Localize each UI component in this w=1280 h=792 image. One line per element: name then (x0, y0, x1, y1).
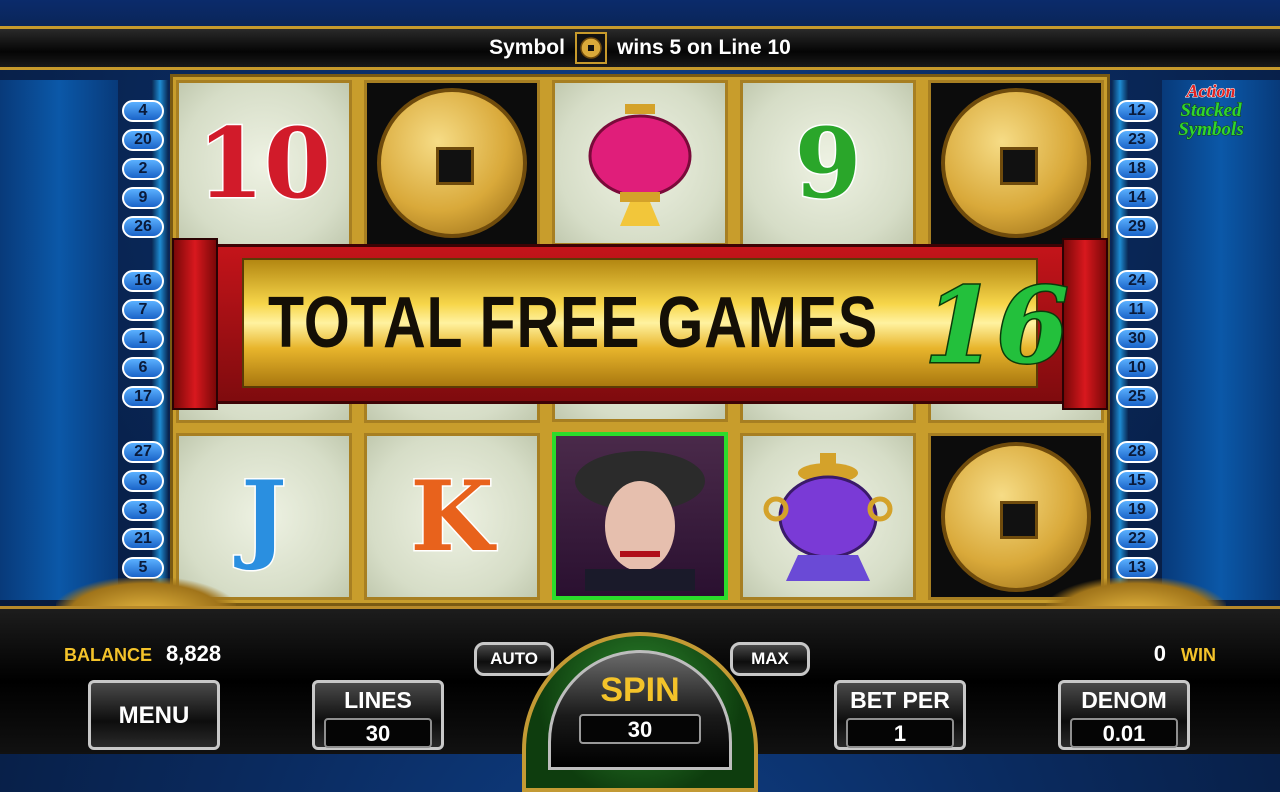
right-payline-number: 15 (1116, 470, 1158, 492)
right-side-panel (1162, 80, 1280, 600)
right-payline-number: 22 (1116, 528, 1158, 550)
symbol-k: K (409, 459, 495, 575)
denom-label: DENOM (1081, 687, 1167, 713)
banner-left-post (172, 238, 218, 410)
reel-cell (552, 432, 728, 600)
auto-button[interactable]: AUTO (474, 642, 554, 676)
win-message-prefix: Symbol (489, 36, 565, 59)
action-stacked-symbols-logo: Action Stacked Symbols (1166, 81, 1256, 140)
bet-per-button[interactable]: BET PER 1 (834, 680, 966, 750)
left-payline-number: 6 (122, 357, 164, 379)
lantern-symbol-icon (588, 104, 692, 226)
spin-bet-value: 30 (579, 714, 701, 744)
win-value: 0 (1153, 641, 1166, 666)
left-payline-number: 5 (122, 557, 164, 579)
left-payline-number: 27 (122, 441, 164, 463)
coin-icon (574, 32, 607, 64)
balance-value: 8,828 (166, 641, 222, 666)
spin-label: SPIN (600, 671, 680, 709)
right-payline-number: 14 (1116, 187, 1158, 209)
win-label: WIN (1181, 645, 1216, 665)
urn-symbol-icon (763, 452, 893, 581)
left-payline-number: 21 (122, 528, 164, 550)
denom-value: 0.01 (1070, 718, 1178, 748)
denom-button[interactable]: DENOM 0.01 (1058, 680, 1190, 750)
logo-line-1: Action (1186, 81, 1236, 101)
left-payline-number: 16 (122, 270, 164, 292)
reel-cell (552, 80, 728, 246)
right-payline-number: 24 (1116, 270, 1158, 292)
max-button[interactable]: MAX (730, 642, 810, 676)
symbol-10: 10 (196, 105, 333, 221)
left-payline-number: 20 (122, 129, 164, 151)
right-payline-number: 12 (1116, 100, 1158, 122)
reel-cell: J (176, 433, 352, 601)
right-payline-number: 25 (1116, 386, 1158, 408)
reel-cell (740, 433, 916, 601)
lines-button[interactable]: LINES 30 (312, 680, 444, 750)
left-payline-number: 2 (122, 158, 164, 180)
woman-symbol-icon (575, 451, 705, 591)
free-games-count: 16 (923, 263, 1071, 389)
reel-cell: 10 (176, 80, 352, 247)
free-games-banner: TOTAL FREE GAMES 16 (172, 238, 1108, 410)
right-payline-number: 13 (1116, 557, 1158, 579)
right-payline-number: 19 (1116, 499, 1158, 521)
right-payline-number: 23 (1116, 129, 1158, 151)
right-payline-number: 30 (1116, 328, 1158, 350)
logo-line-2: Stacked (1180, 100, 1242, 121)
lines-label: LINES (344, 687, 412, 713)
bet-per-value: 1 (846, 718, 954, 748)
menu-button[interactable]: MENU (88, 680, 220, 750)
win-message-suffix: wins 5 on Line 10 (616, 36, 791, 59)
left-payline-number: 7 (122, 299, 164, 321)
symbol-9: 9 (793, 105, 863, 221)
logo-line-3: Symbols (1178, 119, 1244, 140)
left-payline-number: 26 (122, 216, 164, 238)
right-payline-number: 28 (1116, 441, 1158, 463)
right-payline-number: 11 (1116, 299, 1158, 321)
reel-cell (364, 80, 540, 247)
left-payline-number: 4 (122, 100, 164, 122)
bet-per-label: BET PER (850, 687, 950, 713)
banner-gold-plate: TOTAL FREE GAMES 16 (242, 258, 1070, 389)
lines-value: 30 (324, 718, 432, 748)
reel-cell: 9 (740, 80, 916, 247)
win-message-bar: Symbol wins 5 on Line 10 (0, 26, 1280, 70)
reel-cell: K (364, 433, 540, 601)
left-payline-number: 17 (122, 386, 164, 408)
coin-symbol-icon (377, 88, 527, 239)
left-payline-number: 8 (122, 470, 164, 492)
right-payline-number: 10 (1116, 357, 1158, 379)
left-side-panel (0, 80, 118, 600)
reel-cell (928, 80, 1104, 247)
left-payline-number: 1 (122, 328, 164, 350)
left-payline-number: 3 (122, 499, 164, 521)
banner-right-post (1062, 238, 1108, 410)
symbol-j: J (240, 459, 288, 575)
banner-text: TOTAL FREE GAMES (268, 283, 879, 363)
balance-label: BALANCE (64, 645, 152, 665)
right-payline-number: 29 (1116, 216, 1158, 238)
right-payline-number: 18 (1116, 158, 1158, 180)
left-payline-number: 9 (122, 187, 164, 209)
coin-symbol-icon (941, 441, 1091, 592)
reel-cell (928, 433, 1104, 601)
coin-symbol-icon (941, 88, 1091, 239)
